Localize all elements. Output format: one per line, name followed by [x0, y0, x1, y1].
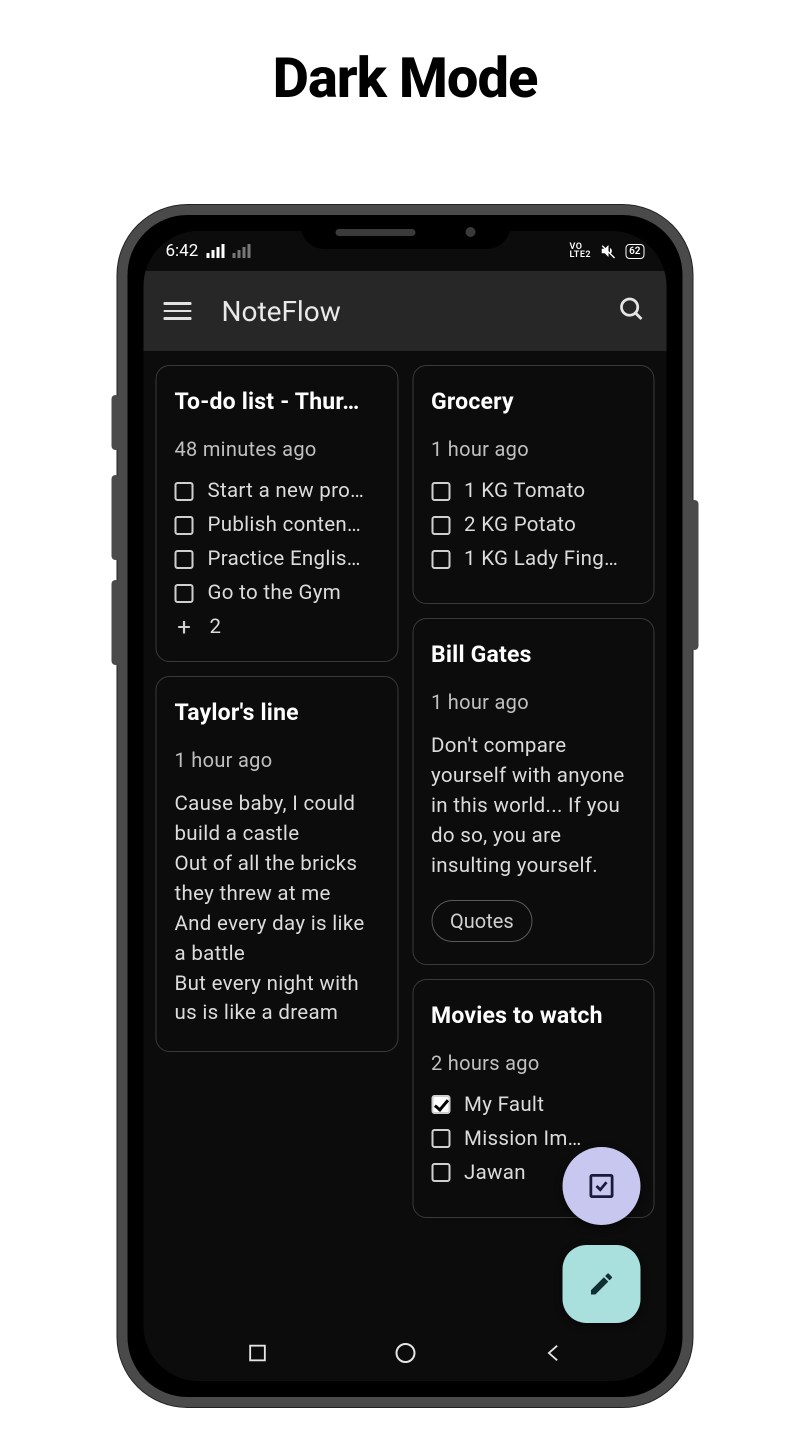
- volume-up-button: [112, 475, 120, 560]
- edit-fab[interactable]: [563, 1245, 641, 1323]
- notes-grid: To-do list - Thur… 48 minutes ago Start a …: [144, 351, 667, 1232]
- battery-icon: 62: [625, 244, 644, 259]
- note-title: Taylor's line: [175, 699, 380, 726]
- note-body: Cause baby, I could build a castle Out o…: [175, 790, 380, 1029]
- checkbox-icon[interactable]: [431, 1129, 450, 1148]
- note-title: Grocery: [431, 388, 636, 415]
- menu-icon[interactable]: [164, 302, 192, 320]
- power-button: [691, 500, 699, 650]
- checkbox-icon[interactable]: [431, 1095, 450, 1114]
- checklist-label: 1 KG Tomato: [464, 479, 585, 503]
- signal-icon: [206, 244, 224, 258]
- search-icon[interactable]: [617, 294, 647, 328]
- nav-recent-icon[interactable]: [246, 1342, 268, 1368]
- note-card[interactable]: To-do list - Thur… 48 minutes ago Start a …: [156, 365, 399, 662]
- mute-icon: [598, 242, 618, 260]
- note-timestamp: 1 hour ago: [175, 748, 380, 772]
- nav-home-icon[interactable]: [393, 1341, 417, 1369]
- volume-down-button: [112, 580, 120, 665]
- app-bar: NoteFlow: [144, 271, 667, 351]
- checkbox-icon[interactable]: [431, 1163, 450, 1182]
- note-card[interactable]: Taylor's line 1 hour ago Cause baby, I cou…: [156, 676, 399, 1052]
- note-timestamp: 1 hour ago: [431, 690, 636, 714]
- screen: 6:42 VO LTE2 62: [144, 231, 667, 1381]
- more-count: 2: [210, 615, 222, 639]
- status-time: 6:42: [166, 241, 199, 261]
- checklist-label: Go to the Gym: [208, 581, 342, 605]
- checklist-item[interactable]: My Fault: [431, 1093, 636, 1117]
- note-timestamp: 1 hour ago: [431, 437, 636, 461]
- nav-back-icon[interactable]: [542, 1342, 564, 1368]
- nav-bar: [144, 1329, 667, 1381]
- checklist-label: Practice Englis…: [208, 547, 361, 571]
- checklist-label: 2 KG Potato: [464, 513, 576, 537]
- checkbox-icon[interactable]: [175, 584, 194, 603]
- plus-icon: +: [175, 615, 194, 639]
- checklist-label: 1 KG Lady Fing…: [464, 547, 618, 571]
- signal-icon: [232, 244, 250, 258]
- checklist-item[interactable]: 2 KG Potato: [431, 513, 636, 537]
- checklist-item[interactable]: Publish conten…: [175, 513, 380, 537]
- checklist-label: Publish conten…: [208, 513, 362, 537]
- checklist-item[interactable]: Go to the Gym: [175, 581, 380, 605]
- checkbox-icon[interactable]: [431, 482, 450, 501]
- more-items[interactable]: +2: [175, 615, 380, 639]
- tag-chip[interactable]: Quotes: [431, 900, 533, 942]
- note-title: To-do list - Thur…: [175, 388, 380, 415]
- notch: [300, 215, 510, 249]
- checklist-item[interactable]: 1 KG Tomato: [431, 479, 636, 503]
- checklist-label: Start a new pro…: [208, 479, 365, 503]
- note-timestamp: 48 minutes ago: [175, 437, 380, 461]
- note-card[interactable]: Grocery 1 hour ago 1 KG Tomato 2 KG Potato 1…: [412, 365, 655, 604]
- page-title: Dark Mode: [0, 0, 810, 111]
- note-timestamp: 2 hours ago: [431, 1051, 636, 1075]
- checkbox-icon[interactable]: [431, 516, 450, 535]
- checklist-label: Mission Im…: [464, 1127, 582, 1151]
- checklist-label: Jawan: [464, 1161, 526, 1185]
- checklist-item[interactable]: Start a new pro…: [175, 479, 380, 503]
- checkbox-icon[interactable]: [431, 550, 450, 569]
- app-title: NoteFlow: [222, 295, 617, 328]
- note-body: Don't compare yourself with anyone in th…: [431, 732, 636, 882]
- checkbox-icon[interactable]: [175, 550, 194, 569]
- checkbox-icon[interactable]: [175, 516, 194, 535]
- side-button: [112, 395, 120, 450]
- checkbox-icon[interactable]: [175, 482, 194, 501]
- checklist-item[interactable]: 1 KG Lady Fing…: [431, 547, 636, 571]
- checklist-fab[interactable]: [563, 1147, 641, 1225]
- checklist-item[interactable]: Practice Englis…: [175, 547, 380, 571]
- note-title: Bill Gates: [431, 641, 636, 668]
- note-card[interactable]: Bill Gates 1 hour ago Don't compare yourse…: [412, 618, 655, 965]
- phone-frame: 6:42 VO LTE2 62: [118, 205, 693, 1407]
- note-title: Movies to watch: [431, 1002, 636, 1029]
- volte-icon: VO LTE2: [569, 243, 591, 259]
- checklist-label: My Fault: [464, 1093, 544, 1117]
